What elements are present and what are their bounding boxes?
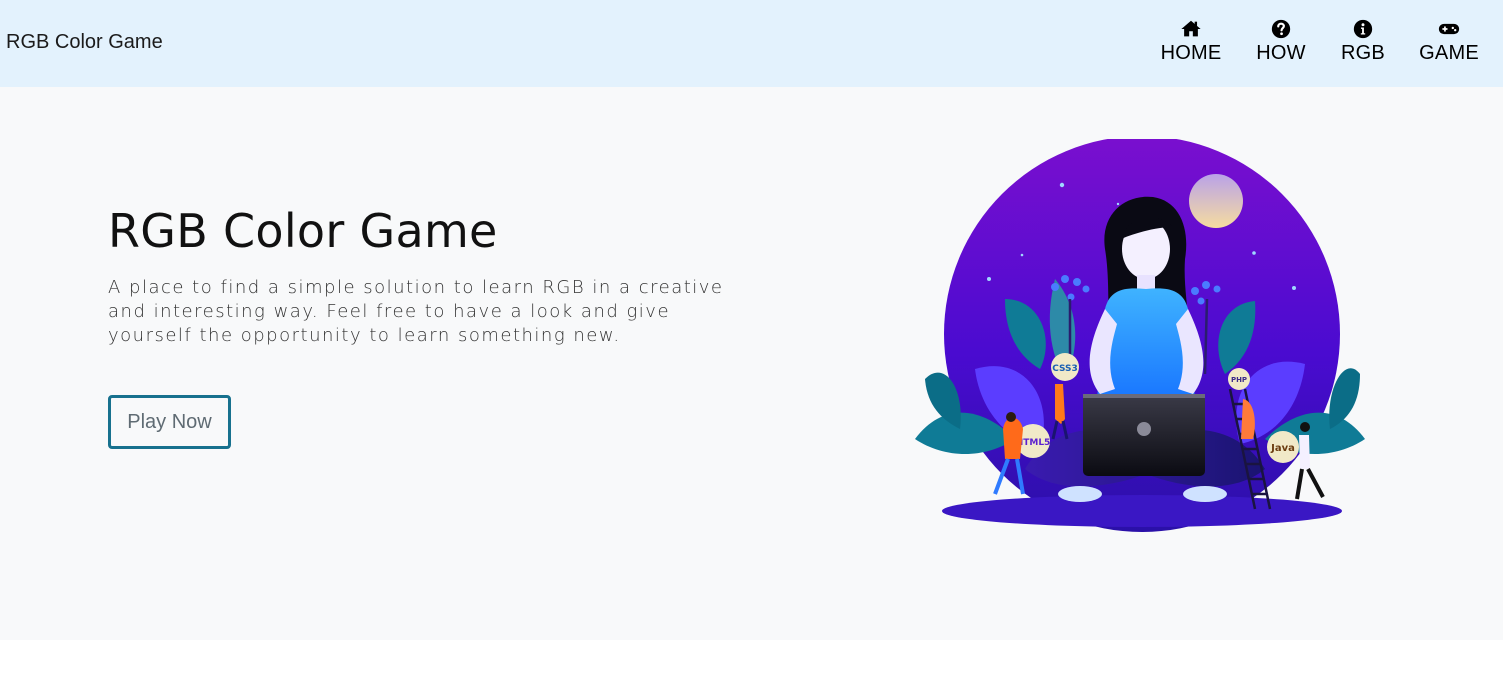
- badge-php: PHP: [1231, 376, 1247, 384]
- nav-item-how[interactable]: HOW: [1256, 18, 1306, 65]
- home-icon: [1180, 18, 1202, 40]
- nav-label-how: HOW: [1256, 42, 1306, 64]
- nav-item-game[interactable]: GAME: [1419, 18, 1479, 65]
- moon-icon: [1189, 174, 1243, 228]
- badge-java: Java: [1270, 443, 1295, 454]
- ground: [942, 495, 1342, 527]
- badge-css3: CSS3: [1052, 364, 1078, 374]
- nav-label-home: HOME: [1160, 42, 1222, 64]
- nav-label-game: GAME: [1419, 42, 1479, 64]
- play-now-button[interactable]: Play Now: [108, 395, 231, 449]
- nav-label-rgb: RGB: [1341, 42, 1385, 64]
- hero-illustration: CSS3 HTML5 PHP Java: [915, 139, 1365, 532]
- nav-item-rgb[interactable]: RGB: [1341, 18, 1385, 65]
- nav-links: HOME HOW RGB GAME: [0, 0, 1503, 87]
- question-circle-icon: [1270, 18, 1292, 40]
- hero-description: A place to find a simple solution to lea…: [108, 277, 724, 346]
- hero-title: RGB Color Game: [108, 204, 498, 258]
- navbar: RGB Color Game HOME HOW RGB GAME: [0, 0, 1503, 87]
- nav-item-home[interactable]: HOME: [1161, 18, 1221, 65]
- info-circle-icon: [1352, 18, 1374, 40]
- gamepad-icon: [1438, 18, 1460, 40]
- hero-section: RGB Color Game A place to find a simple …: [0, 87, 1503, 640]
